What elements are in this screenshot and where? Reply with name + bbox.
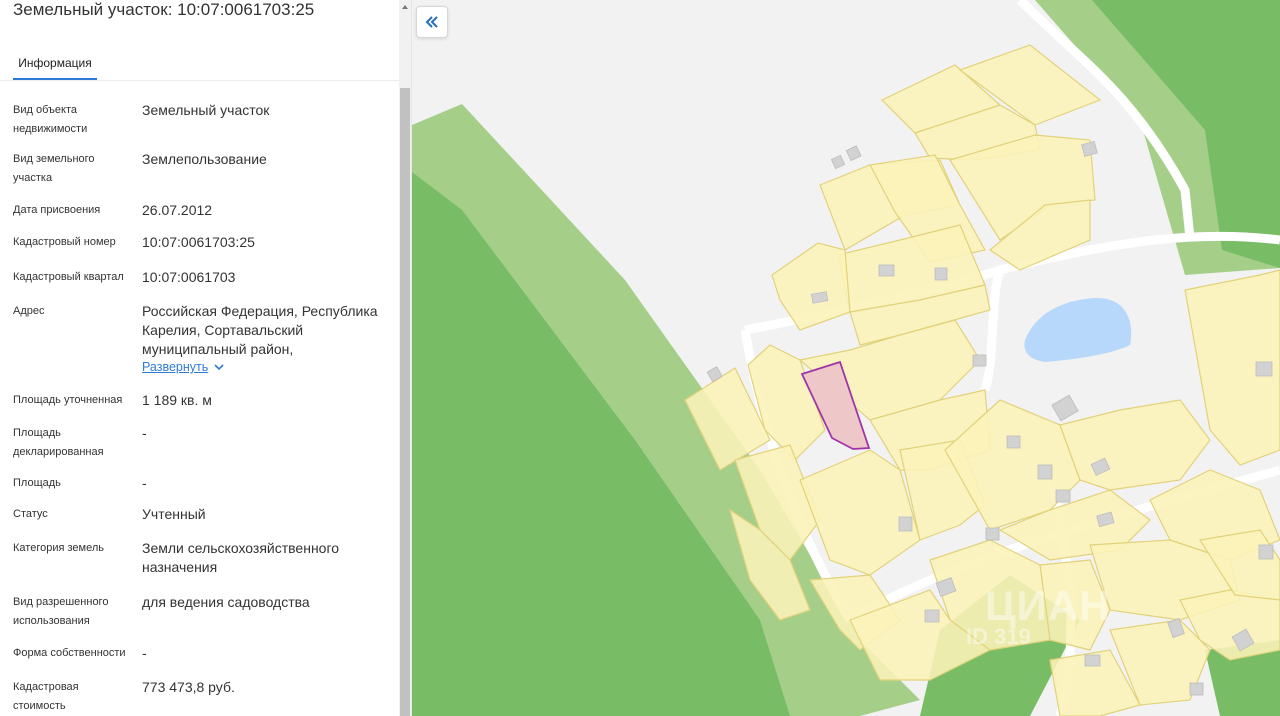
field-value: - <box>142 645 147 661</box>
field-value: Земельный участок <box>142 102 270 118</box>
field-value: 10:07:0061703:25 <box>142 234 255 250</box>
field-value: 773 473,8 руб. <box>142 679 235 695</box>
field-label: Дата присвоения <box>13 204 101 216</box>
field-label: Кадастровая стоимость <box>13 681 79 712</box>
field-label: Категория земель <box>13 542 104 554</box>
field-label: Площадь <box>13 477 61 489</box>
field-value: Учтенный <box>142 506 206 522</box>
watermark-logo: ЦИАН <box>985 582 1111 629</box>
tab-divider <box>0 80 399 81</box>
tab-information[interactable]: Информация <box>13 53 97 80</box>
field-label: Форма собственности <box>13 647 126 659</box>
field-label: Площадь уточненная <box>13 394 123 406</box>
watermark-id: ID 319 <box>966 624 1031 649</box>
field-value: - <box>142 425 147 441</box>
cadastral-map[interactable] <box>412 0 1280 716</box>
map-canvas[interactable] <box>412 0 1280 716</box>
double-chevron-left-icon <box>425 16 438 28</box>
field-label: Кадастровый номер <box>13 236 116 248</box>
expand-link-label: Развернуть <box>142 360 209 374</box>
chevron-down-icon <box>214 364 224 371</box>
collapse-panel-button[interactable] <box>416 6 448 38</box>
field-value: для ведения садоводства <box>142 594 310 610</box>
field-value: - <box>142 475 147 491</box>
field-value: 26.07.2012 <box>142 202 213 218</box>
field-label: Адрес <box>13 305 45 317</box>
field-label: Вид земельного участка <box>13 153 95 184</box>
field-label: Вид объекта недвижимости <box>13 104 88 135</box>
field-value: Землепользование <box>142 151 267 167</box>
field-value: Российская Федерация, Республика Карелия… <box>142 303 378 357</box>
expand-address-link[interactable]: Развернуть <box>142 360 224 374</box>
field-label: Статус <box>13 508 48 520</box>
field-value: 1 189 кв. м <box>142 392 212 408</box>
info-panel: Земельный участок: 10:07:0061703:25 Инфо… <box>0 0 412 716</box>
field-label: Вид разрешенного использования <box>13 596 109 627</box>
page-title: Земельный участок: 10:07:0061703:25 <box>13 0 315 19</box>
field-label: Кадастровый квартал <box>13 271 124 283</box>
field-label: Площадь декларированная <box>13 427 104 458</box>
scrollbar-thumb[interactable] <box>400 88 410 716</box>
field-value: Земли сельскохозяйственного назначения <box>142 540 340 575</box>
field-value: 10:07:0061703 <box>142 269 236 285</box>
scroll-up-arrow-icon[interactable] <box>402 4 408 10</box>
